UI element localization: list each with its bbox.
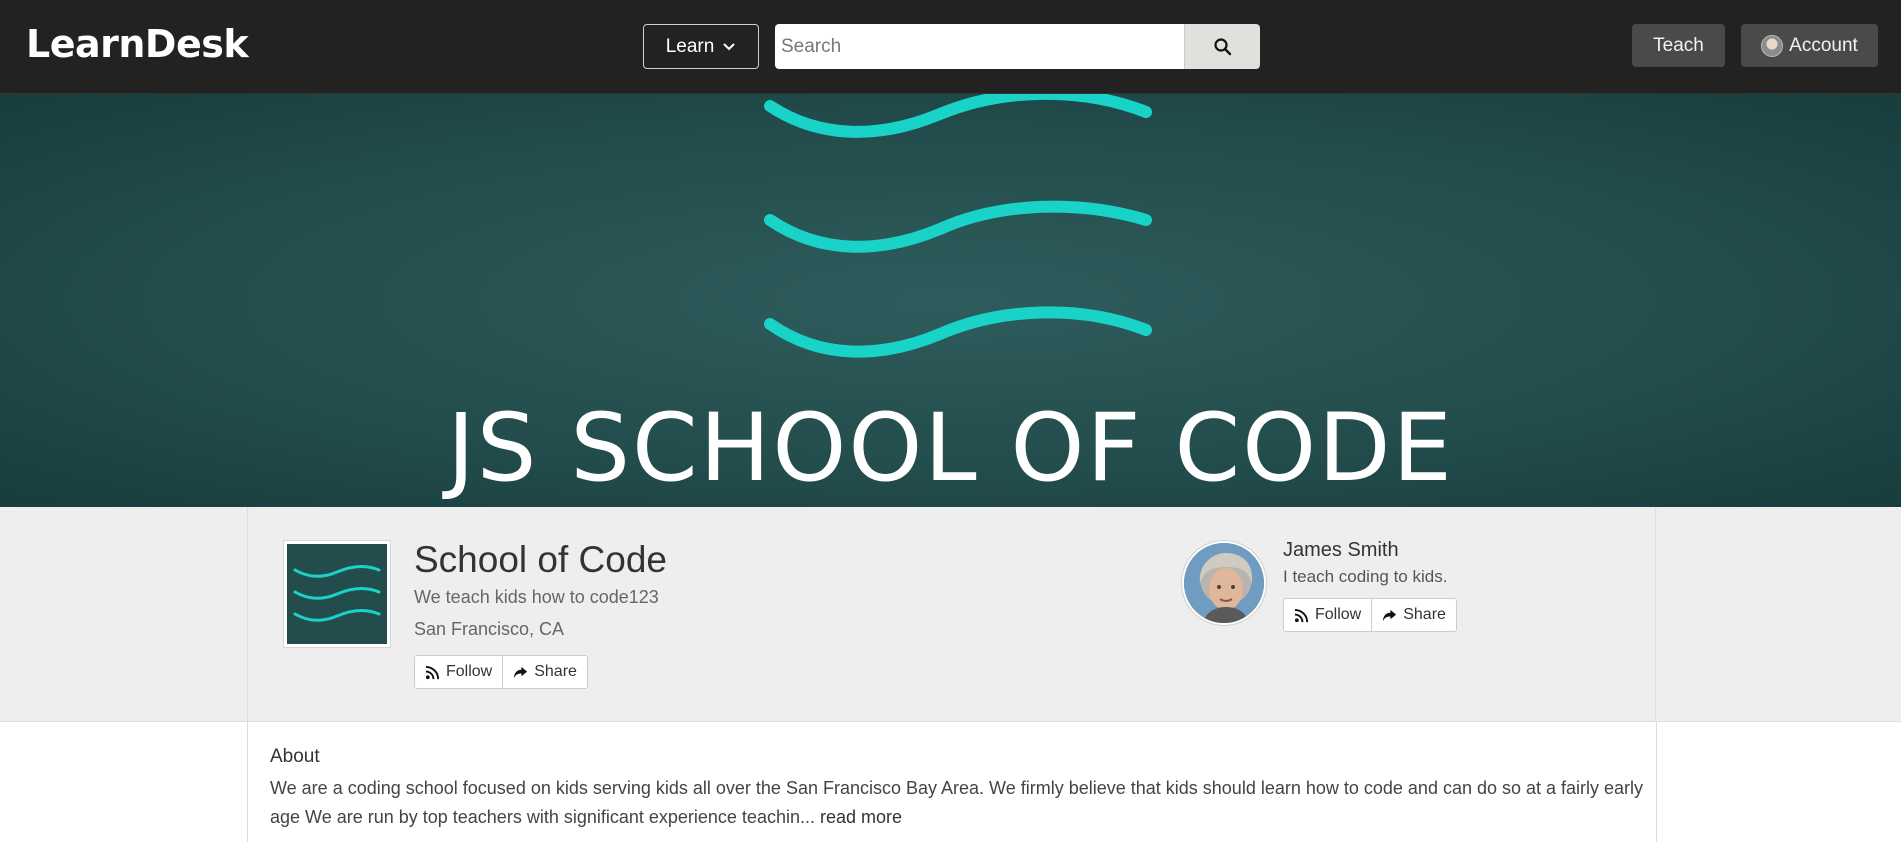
school-location: San Francisco, CA — [414, 619, 565, 639]
account-label: Account — [1789, 34, 1858, 56]
teacher-avatar[interactable] — [1182, 541, 1266, 625]
search-icon — [1213, 37, 1231, 55]
school-tagline: We teach kids how to code123 — [414, 587, 659, 607]
school-share-label: Share — [534, 663, 577, 680]
teacher-bio: I teach coding to kids. — [1283, 567, 1448, 586]
school-follow-button[interactable]: Follow — [415, 656, 502, 688]
teacher-name[interactable]: James Smith — [1283, 539, 1399, 562]
school-logo-waves-icon — [293, 564, 381, 622]
school-logo — [284, 541, 390, 647]
teacher-share-button[interactable]: Share — [1371, 599, 1456, 631]
school-share-button[interactable]: Share — [502, 656, 587, 688]
teacher-share-label: Share — [1403, 606, 1446, 623]
school-action-group: Follow Share — [414, 655, 588, 689]
top-navbar: LearnDesk Learn Teach Account — [0, 0, 1901, 94]
teacher-photo — [1184, 543, 1264, 623]
profile-section: School of Code We teach kids how to code… — [0, 507, 1901, 722]
share-arrow-icon — [1383, 609, 1397, 621]
brand-logo[interactable]: LearnDesk — [26, 22, 249, 66]
profile-container: School of Code We teach kids how to code… — [247, 507, 1656, 722]
school-banner: JS SCHOOL OF CODE — [0, 94, 1901, 507]
school-name: School of Code — [414, 539, 668, 580]
search-button[interactable] — [1184, 24, 1260, 69]
about-title: About — [270, 746, 320, 767]
teacher-follow-label: Follow — [1315, 606, 1362, 623]
search-input[interactable] — [775, 24, 1184, 69]
teacher-follow-button[interactable]: Follow — [1284, 599, 1371, 631]
about-text: We are a coding school focused on kids s… — [270, 774, 1650, 832]
rss-icon — [425, 665, 440, 679]
account-button[interactable]: Account — [1741, 24, 1878, 67]
teacher-action-group: Follow Share — [1283, 598, 1457, 632]
banner-title: JS SCHOOL OF CODE — [447, 394, 1454, 503]
account-avatar-icon — [1761, 34, 1784, 57]
chevron-down-icon — [723, 42, 736, 50]
search-bar — [775, 24, 1260, 69]
about-body: We are a coding school focused on kids s… — [270, 778, 1644, 827]
teach-button[interactable]: Teach — [1632, 24, 1725, 67]
learn-dropdown-button[interactable]: Learn — [643, 24, 759, 69]
rss-icon — [1294, 608, 1309, 622]
about-section: About We are a coding school focused on … — [247, 722, 1657, 842]
school-follow-label: Follow — [446, 663, 493, 680]
learn-label: Learn — [665, 35, 715, 57]
share-arrow-icon — [514, 666, 528, 678]
read-more-link[interactable]: read more — [820, 807, 902, 827]
